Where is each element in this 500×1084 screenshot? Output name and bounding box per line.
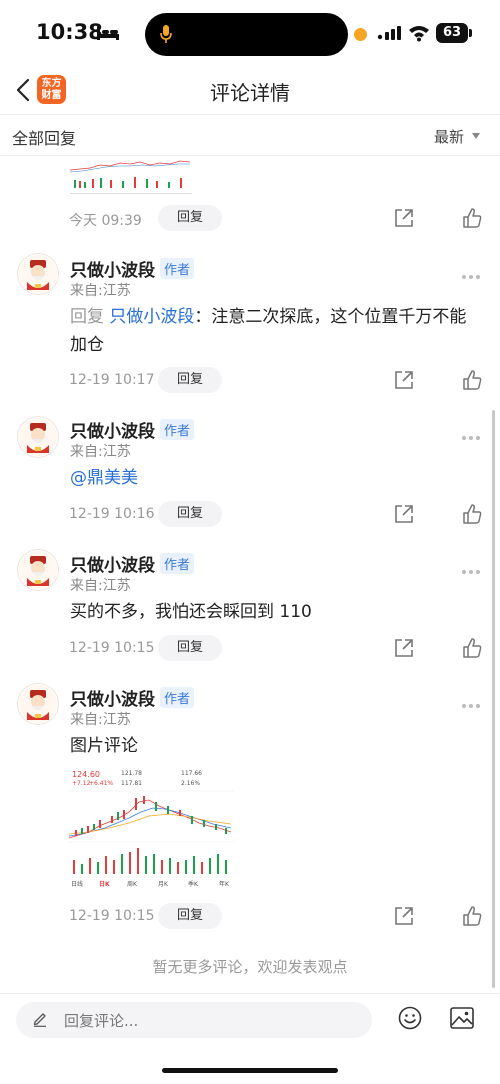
battery-level: 63	[436, 23, 468, 43]
partial-chart-image[interactable]	[70, 156, 192, 194]
author-name[interactable]: 只做小波段	[70, 256, 155, 281]
chart-tab-3: 季K	[188, 881, 198, 888]
chart-tab-1: 周K	[127, 881, 137, 888]
sleep-focus-icon	[97, 27, 119, 40]
more-options-icon[interactable]	[462, 264, 484, 279]
kline-chart-graphic	[69, 790, 234, 874]
avatar[interactable]	[18, 254, 58, 294]
chevron-down-icon[interactable]	[472, 133, 480, 139]
stock-chart-image[interactable]: 124.60 +7.12 +6.41% 121.78 117.81 117.66…	[69, 768, 234, 888]
reply-button[interactable]: 回复	[158, 367, 222, 393]
author-name[interactable]: 只做小波段	[70, 551, 155, 576]
comment-time: 12-19 10:17	[69, 372, 155, 388]
reply-button[interactable]: 回复	[158, 903, 222, 929]
filter-bar: 全部回复 最新	[0, 114, 500, 156]
share-icon[interactable]	[394, 208, 414, 228]
stock-turnover: 2.16%	[181, 780, 201, 787]
reply-input-bar: 回复评论...	[0, 993, 500, 1049]
reply-button[interactable]: 回复	[158, 501, 222, 527]
author-badge: 作者	[160, 687, 195, 708]
reply-button[interactable]: 回复	[158, 635, 222, 661]
stock-high: 121.78	[121, 770, 142, 777]
no-more-comments-text: 暂无更多评论，欢迎发表观点	[152, 958, 348, 976]
stock-pct: +6.41%	[89, 780, 114, 787]
comment-text: @鼎美美	[70, 464, 480, 492]
battery-tip	[469, 29, 472, 37]
reply-button[interactable]: 回复	[158, 205, 222, 231]
caishen-avatar-icon	[19, 255, 57, 293]
avatar[interactable]	[18, 550, 58, 590]
chart-tab-0: 日K	[99, 881, 110, 888]
cellular-signal-icon	[377, 26, 401, 40]
location: 来自:江苏	[70, 712, 131, 728]
pencil-icon	[33, 1013, 46, 1027]
comment-time: 12-19 10:15	[69, 640, 155, 656]
location: 来自:江苏	[70, 283, 131, 299]
chart-tab-first: 日线	[71, 881, 84, 888]
share-icon[interactable]	[394, 370, 414, 390]
microphone-icon	[160, 25, 172, 43]
author-badge: 作者	[160, 553, 195, 574]
partial-chart-graphic	[70, 160, 191, 188]
stock-price: 124.60	[72, 770, 100, 779]
home-indicator[interactable]	[162, 1068, 338, 1073]
reply-to-link[interactable]: 只做小波段	[109, 307, 194, 327]
wifi-icon	[409, 26, 429, 42]
more-options-icon[interactable]	[462, 693, 484, 708]
caishen-avatar-icon	[19, 685, 57, 723]
dynamic-island	[145, 13, 348, 56]
comment-text: 回复 只做小波段：注意二次探底，这个位置千万不能加仓	[70, 303, 480, 359]
author-badge: 作者	[160, 258, 195, 279]
caishen-avatar-icon	[19, 418, 57, 456]
comment-text: 图片评论	[70, 736, 138, 756]
avatar[interactable]	[18, 417, 58, 457]
thumbs-up-icon[interactable]	[462, 504, 482, 524]
comment-time: 12-19 10:15	[69, 908, 155, 924]
stock-low: 117.81	[121, 780, 142, 787]
nav-bar: 东方 财富 评论详情	[0, 68, 500, 112]
comment-time: 今天 09:39	[69, 213, 142, 229]
sort-dropdown[interactable]: 最新	[434, 126, 464, 147]
all-replies-label: 全部回复	[12, 129, 77, 148]
status-bar: 10:38 63	[0, 0, 500, 68]
comment-text: 买的不多，我怕还会睬回到 110	[70, 602, 312, 622]
recording-indicator	[354, 28, 367, 41]
more-options-icon[interactable]	[462, 559, 484, 574]
share-icon[interactable]	[394, 504, 414, 524]
thumbs-up-icon[interactable]	[462, 638, 482, 658]
thumbs-up-icon[interactable]	[462, 208, 482, 228]
author-badge: 作者	[160, 419, 195, 440]
mention-link[interactable]: @鼎美美	[70, 468, 138, 488]
reply-input[interactable]: 回复评论...	[16, 1002, 372, 1038]
more-options-icon[interactable]	[462, 425, 484, 440]
share-icon[interactable]	[394, 906, 414, 926]
avatar[interactable]	[18, 684, 58, 724]
page-title: 评论详情	[210, 81, 290, 105]
reply-placeholder: 回复评论...	[64, 1012, 139, 1030]
stock-change: +7.12	[72, 780, 91, 787]
caishen-avatar-icon	[19, 551, 57, 589]
status-time: 10:38	[36, 20, 103, 44]
author-name[interactable]: 只做小波段	[70, 417, 155, 442]
image-icon[interactable]	[450, 1007, 474, 1029]
thumbs-up-icon[interactable]	[462, 906, 482, 926]
comment-time: 12-19 10:16	[69, 506, 155, 522]
chart-tab-2: 月K	[158, 881, 168, 888]
location: 来自:江苏	[70, 444, 131, 460]
reply-prefix: 回复	[70, 307, 104, 327]
author-name[interactable]: 只做小波段	[70, 685, 155, 710]
stock-volume-ratio: 117.66	[181, 770, 202, 777]
share-icon[interactable]	[394, 638, 414, 658]
emoji-icon[interactable]	[398, 1006, 422, 1030]
location: 来自:江苏	[70, 578, 131, 594]
thumbs-up-icon[interactable]	[462, 370, 482, 390]
chart-tab-4: 年K	[219, 881, 229, 888]
scrollbar[interactable]	[492, 410, 495, 988]
